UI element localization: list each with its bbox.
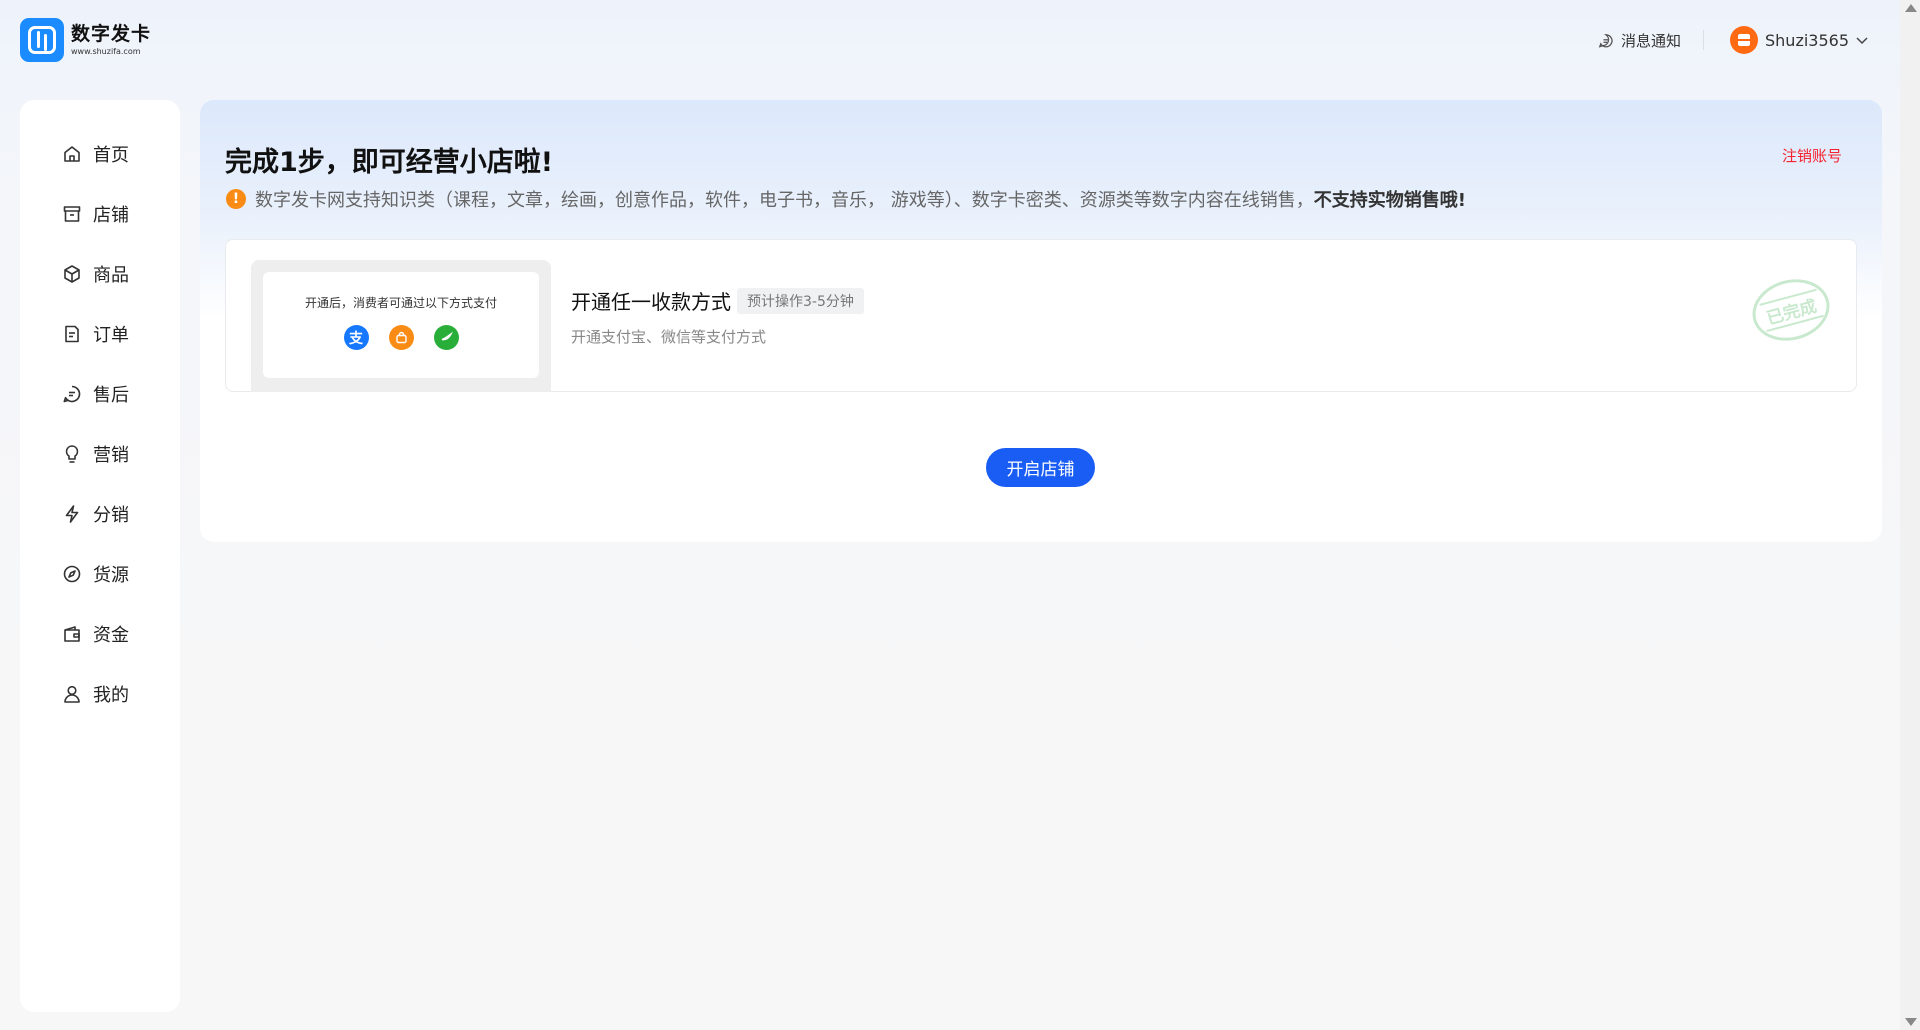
warning-icon: !	[226, 189, 246, 209]
user-menu[interactable]: Shuzi3565	[1730, 26, 1869, 54]
chat-icon	[61, 383, 83, 405]
task-title: 开通任一收款方式	[571, 290, 731, 314]
stamp-text: 已完成	[1758, 288, 1824, 332]
sidebar-item-marketing[interactable]: 营销	[20, 424, 180, 484]
header-divider	[1703, 30, 1704, 50]
cancel-account-link[interactable]: 注销账号	[1782, 145, 1842, 166]
username: Shuzi3565	[1765, 30, 1849, 50]
store-icon	[61, 203, 83, 225]
page-title: 完成1步，即可经营小店啦!	[225, 147, 554, 178]
scroll-down-arrow-icon[interactable]	[1905, 1018, 1917, 1026]
notification-link[interactable]: 消息通知	[1598, 30, 1681, 51]
sidebar-item-store[interactable]: 店铺	[20, 184, 180, 244]
sidebar-item-source[interactable]: 货源	[20, 544, 180, 604]
wechat-pay-icon	[433, 325, 459, 350]
sidebar-item-orders[interactable]: 订单	[20, 304, 180, 364]
sidebar-item-label: 订单	[93, 325, 129, 346]
sidebar-item-goods[interactable]: 商品	[20, 244, 180, 304]
document-icon	[61, 323, 83, 345]
chevron-down-icon	[1856, 37, 1868, 45]
preview-text: 开通后，消费者可通过以下方式支付	[304, 296, 497, 310]
notice-bold-text: 不支持实物销售哦!	[1313, 190, 1466, 211]
notice-bar: ! 数字发卡网支持知识类（课程，文章，绘画，创意作品，软件，电子书，音乐， 游戏…	[226, 186, 1466, 212]
top-header: 数字发卡 www.shuzifa.com 消息通知 Shuzi3565	[0, 0, 1900, 100]
avatar	[1730, 26, 1758, 54]
sidebar-item-mine[interactable]: 我的	[20, 664, 180, 724]
sidebar-item-label: 售后	[93, 385, 129, 406]
alipay-icon: 支	[343, 325, 369, 350]
sidebar-item-aftersale[interactable]: 售后	[20, 364, 180, 424]
sidebar-item-label: 商品	[93, 265, 129, 286]
sidebar-item-home[interactable]: 首页	[20, 124, 180, 184]
logo-icon	[20, 18, 64, 62]
sidebar-item-distribution[interactable]: 分销	[20, 484, 180, 544]
scroll-up-arrow-icon[interactable]	[1905, 4, 1917, 12]
sidebar: 首页 店铺 商品 订单 售后 营销 分销 货源 资金 我的	[20, 100, 180, 1012]
sidebar-item-label: 首页	[93, 145, 129, 166]
sidebar-item-label: 店铺	[93, 205, 129, 226]
logo[interactable]: 数字发卡 www.shuzifa.com	[20, 18, 151, 62]
open-store-button[interactable]: 开启店铺	[986, 448, 1095, 487]
sidebar-item-label: 分销	[93, 505, 129, 526]
notice-text: 数字发卡网支持知识类（课程，文章，绘画，创意作品，软件，电子书，音乐， 游戏等）…	[255, 190, 1314, 211]
notification-label: 消息通知	[1621, 32, 1682, 50]
sidebar-item-label: 我的	[93, 685, 129, 706]
task-title-row: 开通任一收款方式 预计操作3-5分钟	[571, 286, 864, 315]
main-card: 完成1步，即可经营小店啦! 注销账号 ! 数字发卡网支持知识类（课程，文章，绘画…	[200, 100, 1882, 542]
message-icon	[1598, 33, 1613, 48]
sidebar-item-label: 营销	[93, 445, 129, 466]
user-icon	[61, 683, 83, 705]
payment-preview: 开通后，消费者可通过以下方式支付 支	[251, 260, 551, 392]
logo-url: www.shuzifa.com	[71, 46, 141, 56]
logo-name: 数字发卡	[71, 22, 152, 45]
completed-stamp: 已完成	[1745, 270, 1837, 350]
bag-payment-icon	[388, 325, 414, 350]
lightbulb-icon	[61, 443, 83, 465]
sidebar-item-funds[interactable]: 资金	[20, 604, 180, 664]
compass-icon	[61, 563, 83, 585]
task-card[interactable]: 开通后，消费者可通过以下方式支付 支 开通任一收款方式 预计操作3-5分钟 开通…	[225, 239, 1857, 392]
sidebar-item-label: 货源	[93, 565, 129, 586]
sidebar-item-label: 资金	[93, 625, 129, 646]
time-estimate-tag: 预计操作3-5分钟	[737, 287, 864, 314]
home-icon	[61, 143, 83, 165]
page-scrollbar[interactable]	[1900, 0, 1920, 1030]
wallet-icon	[61, 623, 83, 645]
box-icon	[61, 263, 83, 285]
lightning-icon	[61, 503, 83, 525]
task-description: 开通支付宝、微信等支付方式	[571, 328, 767, 346]
